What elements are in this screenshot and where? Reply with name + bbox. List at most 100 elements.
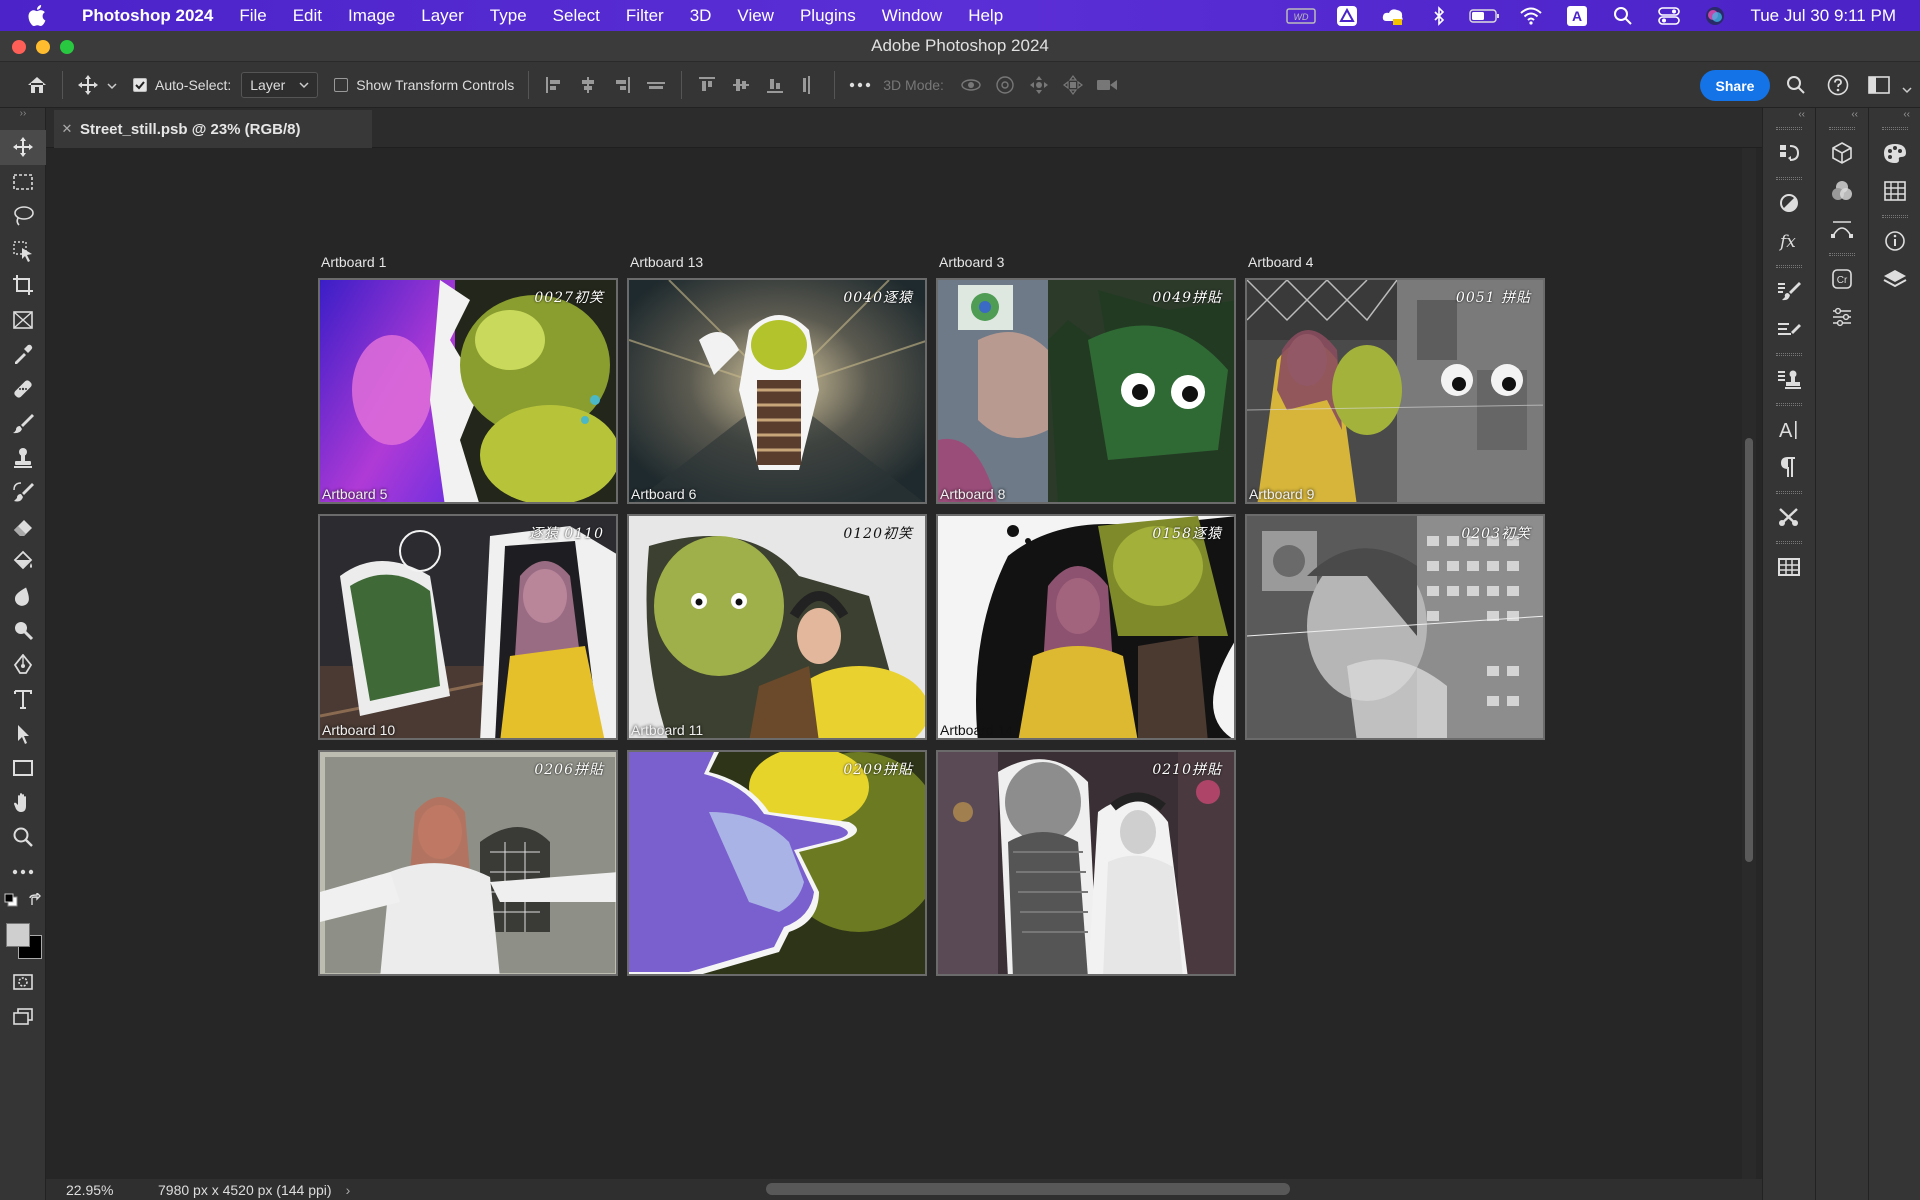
artboard-tile[interactable]: 0206拼貼 [318, 750, 618, 976]
drive-triangle-icon[interactable] [1324, 0, 1370, 31]
show-transform-checkbox[interactable] [334, 77, 349, 92]
artboard-tile[interactable]: 0158逐猿 Artboard 14 [936, 514, 1236, 740]
type-tool-icon[interactable] [0, 682, 46, 717]
menu-bar-clock[interactable]: Tue Jul 30 9:11 PM [1738, 6, 1920, 26]
menu-app-name[interactable]: Photoshop 2024 [68, 6, 226, 26]
move-tool-icon[interactable] [0, 130, 46, 165]
toolbar-collapse-icon[interactable]: ›› [0, 108, 46, 119]
align-top-icon[interactable] [690, 68, 724, 102]
close-document-icon[interactable]: ✕ [54, 121, 80, 137]
3d-panel-icon[interactable] [1816, 134, 1868, 172]
menu-type[interactable]: Type [477, 6, 540, 26]
adjustments-icon[interactable] [1763, 184, 1815, 222]
3d-camera-icon[interactable] [1090, 68, 1124, 102]
styles-fx-icon[interactable]: fx [1763, 222, 1815, 260]
share-button[interactable]: Share [1700, 70, 1770, 101]
control-center-icon[interactable] [1646, 0, 1692, 31]
menu-edit[interactable]: Edit [280, 6, 335, 26]
workspace-icon[interactable] [1862, 68, 1896, 102]
panel-grip[interactable] [1869, 210, 1920, 222]
menu-layer[interactable]: Layer [408, 6, 477, 26]
3d-orbit-icon[interactable] [954, 68, 988, 102]
rectangle-tool-icon[interactable] [0, 751, 46, 786]
3d-roll-icon[interactable] [988, 68, 1022, 102]
marquee-tool-icon[interactable] [0, 165, 46, 200]
dodge-tool-icon[interactable] [0, 613, 46, 648]
apple-icon[interactable] [26, 5, 48, 27]
spotlight-search-icon[interactable] [1600, 0, 1646, 31]
menu-image[interactable]: Image [335, 6, 408, 26]
panel-grip[interactable] [1763, 536, 1815, 548]
battery-icon[interactable] [1462, 0, 1508, 31]
3d-pan-icon[interactable] [1022, 68, 1056, 102]
panel-grip[interactable] [1763, 348, 1815, 360]
default-colors-icon[interactable] [4, 893, 18, 907]
siri-icon[interactable] [1692, 0, 1738, 31]
move-tool-preset-icon[interactable] [71, 68, 105, 102]
menu-window[interactable]: Window [869, 6, 955, 26]
menu-3d[interactable]: 3D [677, 6, 725, 26]
artboard-tile[interactable]: 0049拼貼 Artboard 8 [936, 278, 1236, 504]
brush-settings-icon[interactable] [1763, 272, 1815, 310]
artboard-tile[interactable]: 0027初笑 Artboard 5 [318, 278, 618, 504]
artboard-tile[interactable]: 0209拼貼 [627, 750, 927, 976]
info-icon[interactable] [1869, 222, 1920, 260]
layers-icon[interactable] [1869, 260, 1920, 298]
menu-filter[interactable]: Filter [613, 6, 677, 26]
panel-grip[interactable] [1869, 122, 1920, 134]
panel-grip[interactable] [1763, 172, 1815, 184]
search-icon[interactable] [1779, 68, 1813, 102]
swap-colors-icon[interactable] [28, 893, 42, 907]
crop-tool-icon[interactable] [0, 268, 46, 303]
properties-icon[interactable] [1816, 298, 1868, 336]
character-icon[interactable]: A [1763, 410, 1815, 448]
artboard-tile[interactable]: 0210拼貼 [936, 750, 1236, 976]
collapse-panels-icon[interactable]: ‹‹ [1816, 108, 1868, 122]
artboard-label[interactable]: Artboard 4 [1248, 254, 1313, 270]
maximize-window-button[interactable] [60, 40, 74, 54]
align-left-icon[interactable] [537, 68, 571, 102]
paragraph-icon[interactable] [1763, 448, 1815, 486]
document-canvas[interactable]: Artboard 1 Artboard 13 Artboard 3 Artboa… [46, 148, 1738, 1179]
history-brush-tool-icon[interactable] [0, 475, 46, 510]
3d-slide-icon[interactable] [1056, 68, 1090, 102]
tool-presets-icon[interactable] [1763, 498, 1815, 536]
wifi-icon[interactable] [1508, 0, 1554, 31]
artboard-label[interactable]: Artboard 1 [321, 254, 386, 270]
brushes-icon[interactable] [1763, 310, 1815, 348]
channels-icon[interactable] [1816, 172, 1868, 210]
libraries-icon[interactable]: Cr [1816, 260, 1868, 298]
swatches-icon[interactable] [1869, 172, 1920, 210]
blur-tool-icon[interactable] [0, 579, 46, 614]
align-right-icon[interactable] [605, 68, 639, 102]
collapse-panels-icon[interactable]: ‹‹ [1869, 108, 1920, 122]
status-info-chevron[interactable]: › [346, 1182, 351, 1198]
menu-file[interactable]: File [226, 6, 279, 26]
distribute-vertical-icon[interactable] [792, 68, 826, 102]
frame-tool-icon[interactable] [0, 303, 46, 338]
artboard-tile[interactable]: 逐猿 0110 Artboard 10 [318, 514, 618, 740]
close-window-button[interactable] [12, 40, 26, 54]
bluetooth-icon[interactable] [1416, 0, 1462, 31]
home-icon[interactable] [20, 68, 54, 102]
menu-help[interactable]: Help [955, 6, 1016, 26]
clone-stamp-tool-icon[interactable] [0, 441, 46, 476]
artboard-tile[interactable]: 0051 拼貼 Artboard 9 [1245, 278, 1545, 504]
align-bottom-icon[interactable] [758, 68, 792, 102]
wd-drive-icon[interactable]: WD [1278, 0, 1324, 31]
eraser-tool-icon[interactable] [0, 510, 46, 545]
healing-brush-tool-icon[interactable] [0, 372, 46, 407]
menu-plugins[interactable]: Plugins [787, 6, 869, 26]
artboard-tile[interactable]: 0120初笑 Artboard 11 [627, 514, 927, 740]
chevron-down-icon[interactable] [1902, 81, 1912, 97]
auto-select-checkbox[interactable] [133, 77, 147, 92]
foreground-color-swatch[interactable] [6, 923, 30, 947]
path-selection-tool-icon[interactable] [0, 717, 46, 752]
panel-grip[interactable] [1816, 122, 1868, 134]
timeline-icon[interactable] [1763, 548, 1815, 586]
zoom-level[interactable]: 22.95% [46, 1182, 121, 1198]
quick-mask-icon[interactable] [0, 965, 46, 1000]
paths-icon[interactable] [1816, 210, 1868, 248]
minimize-window-button[interactable] [36, 40, 50, 54]
align-center-h-icon[interactable] [571, 68, 605, 102]
